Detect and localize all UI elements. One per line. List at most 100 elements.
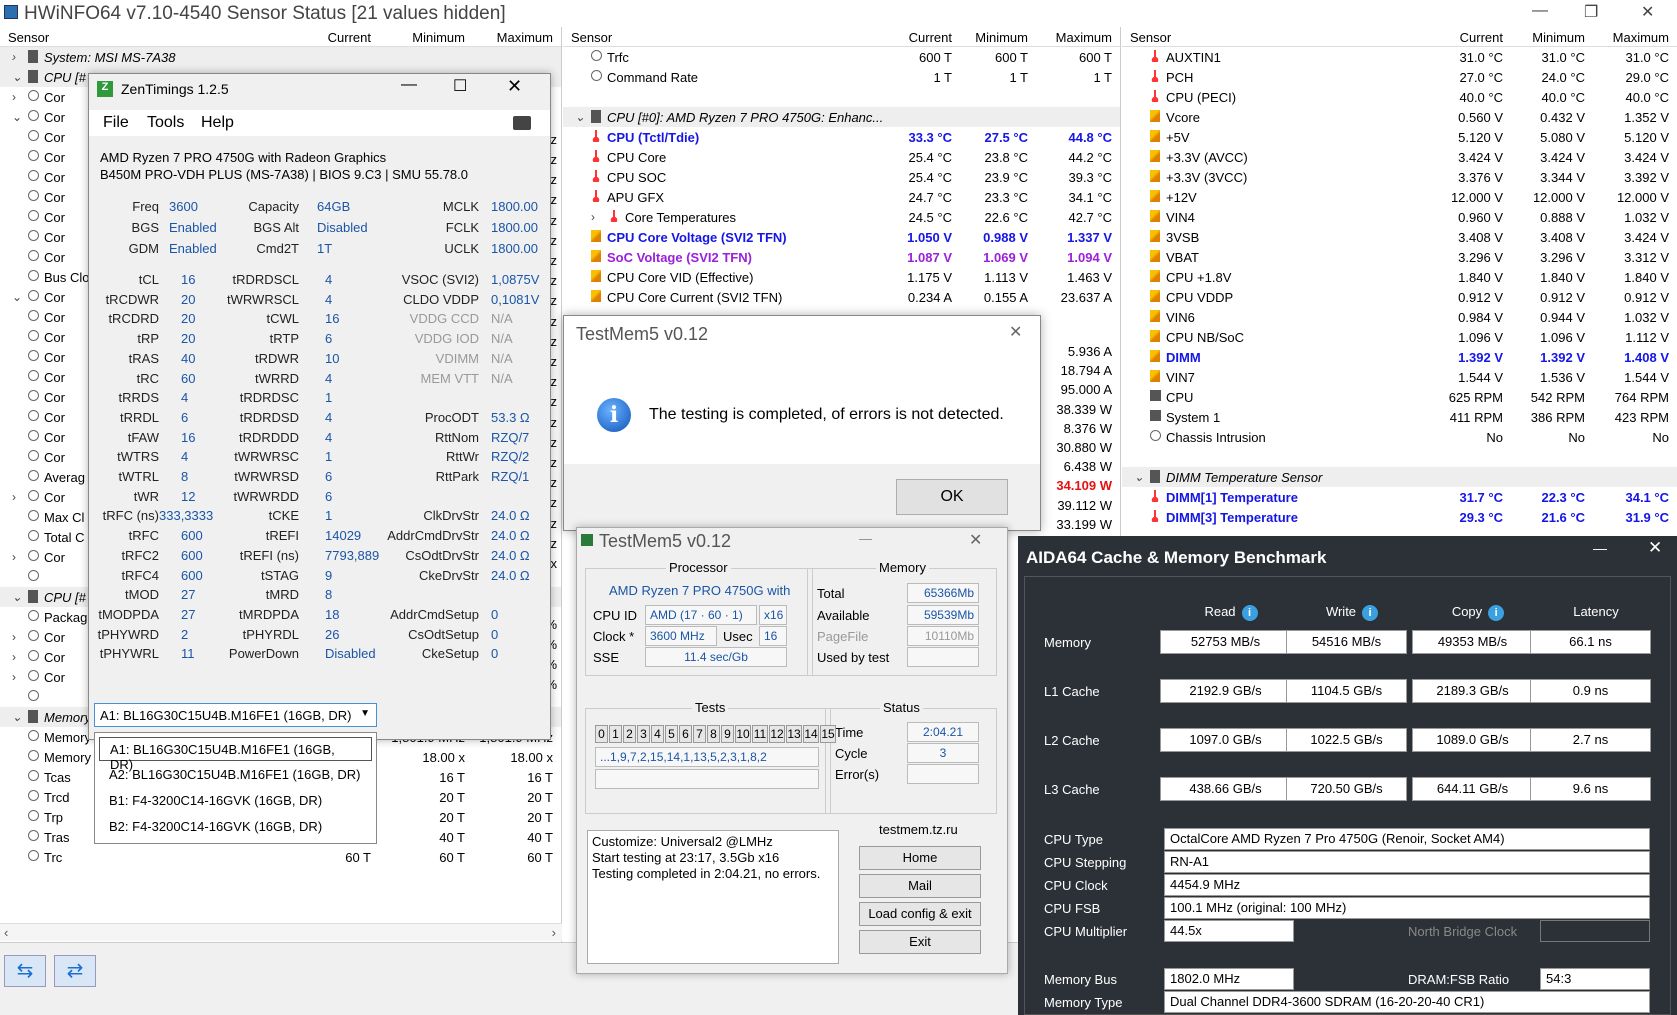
close-icon[interactable]: ✕ [1641,2,1654,22]
column-current[interactable]: Current [1460,30,1503,45]
zen-minimize-icon[interactable]: — [401,76,417,94]
chevron-down-icon[interactable]: ⌄ [1134,470,1144,484]
collapse-arrows-icon[interactable]: ⇄ [54,955,96,987]
column-maximum[interactable]: Maximum [497,30,553,45]
chevron-down-icon[interactable]: ⌄ [12,590,22,604]
testmem-close-icon[interactable]: ✕ [969,530,982,550]
sensor-row[interactable] [1122,447,1677,467]
restore-icon[interactable]: ❐ [1584,2,1598,22]
sensor-row[interactable]: CPU VDDP 0.912 V 0.912 V 0.912 V [1122,287,1677,307]
dialog-close-icon[interactable]: ✕ [1009,322,1022,342]
sensor-row[interactable]: AUXTIN1 31.0 °C 31.0 °C 31.0 °C [1122,47,1677,67]
horizontal-scrollbar[interactable]: ‹ › [0,923,562,941]
column-maximum[interactable]: Maximum [1056,30,1112,45]
sensor-row[interactable]: +3.3V (3VCC) 3.376 V 3.344 V 3.392 V [1122,167,1677,187]
minimize-icon[interactable]: — [1532,2,1548,20]
sensor-row[interactable]: VIN6 0.984 V 0.944 V 1.032 V [1122,307,1677,327]
zen-close-icon[interactable]: ✕ [507,76,522,97]
sensor-row[interactable]: CPU Core Voltage (SVI2 TFN) 1.050 V 0.988 … [563,227,1120,247]
ok-button[interactable]: OK [896,479,1008,515]
info-icon[interactable]: i [1241,605,1258,621]
sensor-row[interactable]: CPU (Tctl/Tdie) 33.3 °C 27.5 °C 44.8 °C [563,127,1120,147]
memory-label: Memory [876,560,929,575]
sensor-row[interactable]: DIMM 1.392 V 1.392 V 1.408 V [1122,347,1677,367]
dimm-option[interactable]: B1: F4-3200C14-16GVK (16GB, DR) [99,789,372,813]
column-minimum[interactable]: Minimum [1532,30,1585,45]
sensor-row[interactable]: VIN4 0.960 V 0.888 V 1.032 V [1122,207,1677,227]
chevron-down-icon[interactable]: ⌄ [12,70,22,84]
sensor-row[interactable]: VIN7 1.544 V 1.536 V 1.544 V [1122,367,1677,387]
column-sensor[interactable]: Sensor [571,30,612,45]
sensor-row[interactable]: Trc 60 T 60 T 60 T [0,847,561,867]
mail-button[interactable]: Mail [859,874,981,898]
dimm-option[interactable]: A1: BL16G30C15U4B.M16FE1 (16GB, DR) [99,737,372,772]
sensor-row[interactable]: DIMM[1] Temperature 31.7 °C 22.3 °C 34.1 °C [1122,487,1677,507]
column-current[interactable]: Current [909,30,952,45]
sensor-row[interactable]: CPU NB/SoC 1.096 V 1.096 V 1.112 V [1122,327,1677,347]
load-config-exit-button[interactable]: Load config & exit [859,902,981,926]
chevron-down-icon[interactable]: ⌄ [12,110,22,124]
info-icon[interactable]: i [1488,605,1505,621]
sensor-row[interactable]: SoC Voltage (SVI2 TFN) 1.087 V 1.069 V 1.09… [563,247,1120,267]
dimm-select[interactable]: A1: BL16G30C15U4B.M16FE1 (16GB, DR) ▼ [94,703,377,727]
sensor-group-row[interactable]: › System: MSI MS-7A38 [0,47,561,67]
sensor-row[interactable]: CPU +1.8V 1.840 V 1.840 V 1.840 V [1122,267,1677,287]
sensor-row[interactable] [563,87,1120,107]
info-icon[interactable]: i [1362,605,1379,621]
sensor-row[interactable]: APU GFX 24.7 °C 23.3 °C 34.1 °C [563,187,1120,207]
testmem-minimize-icon[interactable]: — [859,531,872,546]
sensor-row[interactable]: Command Rate 1 T 1 T 1 T [563,67,1120,87]
sensor-row[interactable]: CPU (PECI) 40.0 °C 40.0 °C 40.0 °C [1122,87,1677,107]
menu-file[interactable]: File [103,114,129,132]
expand-arrows-icon[interactable]: ⇆ [4,955,46,987]
clock-circle-icon [28,370,39,381]
aida-minimize-icon[interactable]: — [1593,540,1607,556]
chevron-right-icon[interactable]: › [591,210,595,224]
chevron-right-icon[interactable]: › [12,550,16,564]
menu-tools[interactable]: Tools [147,114,184,132]
chevron-down-icon[interactable]: ⌄ [575,110,585,124]
chevron-down-icon[interactable]: ⌄ [12,710,22,724]
sensor-row[interactable]: 3VSB 3.408 V 3.408 V 3.424 V [1122,227,1677,247]
aida-close-icon[interactable]: ✕ [1648,538,1662,558]
sensor-group-row[interactable]: ⌄ DIMM Temperature Sensor [1122,467,1677,487]
sensor-row[interactable]: Chassis Intrusion No No No [1122,427,1677,447]
column-minimum[interactable]: Minimum [412,30,465,45]
exit-button[interactable]: Exit [859,930,981,954]
sensor-row[interactable]: Vcore 0.560 V 0.432 V 1.352 V [1122,107,1677,127]
column-sensor[interactable]: Sensor [1130,30,1171,45]
chevron-right-icon[interactable]: › [12,630,16,644]
chevron-right-icon[interactable]: › [12,50,16,64]
chevron-right-icon[interactable]: › [12,90,16,104]
sensor-row[interactable]: +3.3V (AVCC) 3.424 V 3.424 V 3.424 V [1122,147,1677,167]
aida-result: 54516 MB/s [1286,630,1407,654]
column-minimum[interactable]: Minimum [975,30,1028,45]
sensor-row[interactable]: PCH 27.0 °C 24.0 °C 29.0 °C [1122,67,1677,87]
column-sensor[interactable]: Sensor [8,30,49,45]
sensor-group-row[interactable]: ⌄ CPU [#0]: AMD Ryzen 7 PRO 4750G: Enhanc… [563,107,1120,127]
sensor-row[interactable]: DIMM[3] Temperature 29.3 °C 21.6 °C 31.9 °C [1122,507,1677,527]
sensor-row[interactable]: CPU Core Current (SVI2 TFN) 0.234 A 0.155 … [563,287,1120,307]
sensor-row[interactable]: +5V 5.120 V 5.080 V 5.120 V [1122,127,1677,147]
sensor-row[interactable]: System 1 411 RPM 386 RPM 423 RPM [1122,407,1677,427]
sensor-row[interactable]: +12V 12.000 V 12.000 V 12.000 V [1122,187,1677,207]
chevron-right-icon[interactable]: › [12,490,16,504]
sensor-row[interactable]: CPU SOC 25.4 °C 23.9 °C 39.3 °C [563,167,1120,187]
zen-maximize-icon[interactable]: ☐ [453,76,467,96]
column-current[interactable]: Current [328,30,371,45]
sensor-row[interactable]: Trfc 600 T 600 T 600 T [563,47,1120,67]
chevron-right-icon[interactable]: › [12,650,16,664]
dimm-option[interactable]: B2: F4-3200C14-16GVK (16GB, DR) [99,815,372,839]
sensor-row[interactable]: CPU Core VID (Effective) 1.175 V 1.113 V 1.… [563,267,1120,287]
sensor-row[interactable]: › Core Temperatures 24.5 °C 22.6 °C 42.7 °C [563,207,1120,227]
home-button[interactable]: Home [859,846,981,870]
chevron-right-icon[interactable]: › [12,670,16,684]
column-maximum[interactable]: Maximum [1613,30,1669,45]
sensor-row[interactable]: CPU 625 RPM 542 RPM 764 RPM [1122,387,1677,407]
dimm-option[interactable]: A2: BL16G30C15U4B.M16FE1 (16GB, DR) [99,763,372,787]
camera-icon[interactable] [513,116,531,130]
sensor-row[interactable]: CPU Core 25.4 °C 23.8 °C 44.2 °C [563,147,1120,167]
menu-help[interactable]: Help [201,114,234,132]
chevron-down-icon[interactable]: ⌄ [12,290,22,304]
sensor-row[interactable]: VBAT 3.296 V 3.296 V 3.312 V [1122,247,1677,267]
